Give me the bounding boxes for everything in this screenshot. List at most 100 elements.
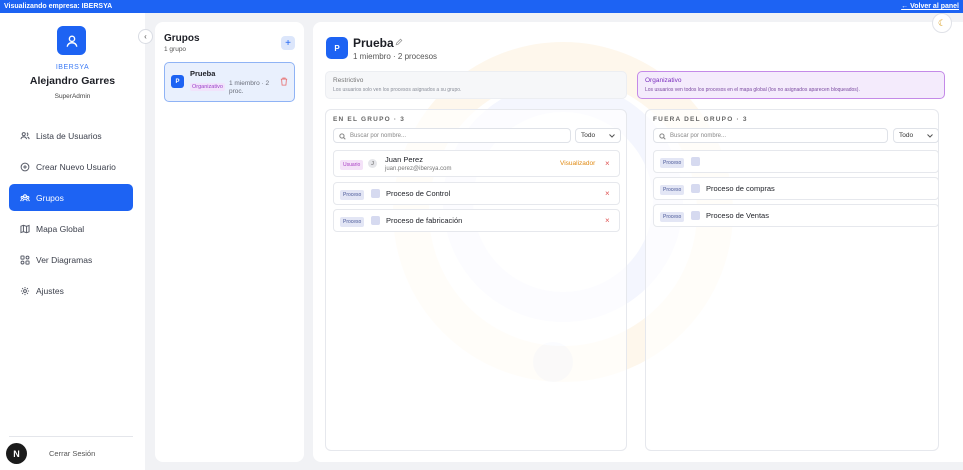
groups-icon [20, 194, 30, 202]
sidebar-item-label: Grupos [36, 192, 64, 203]
process-name: Proceso de compras [706, 184, 775, 193]
list-item[interactable]: Proceso Proceso de compras [653, 177, 939, 200]
trash-icon[interactable] [280, 77, 288, 86]
moon-icon: ☾ [937, 17, 947, 28]
mode-organizational-option[interactable]: Organizativo Los usuarios ven todos los … [637, 71, 945, 99]
group-avatar: P [171, 75, 184, 88]
add-group-button[interactable]: + [281, 36, 295, 50]
company-banner: Visualizando empresa: IBERSYA ← Volver a… [0, 0, 963, 13]
sidebar-divider [9, 436, 133, 437]
sidebar-item-label: Crear Nuevo Usuario [36, 161, 116, 172]
pencil-icon[interactable] [395, 38, 403, 46]
process-name: Proceso de fabricación [386, 216, 463, 225]
chevron-down-icon [927, 133, 933, 138]
company-banner-text: Visualizando empresa: IBERSYA [4, 3, 113, 10]
list-item[interactable]: Usuario J Juan Perez juan.perez@ibersya.… [333, 150, 620, 177]
group-card-prueba[interactable]: P Prueba Organizativo 1 miembro · 2 proc… [164, 62, 295, 102]
sidebar-item-global-map[interactable]: Mapa Global [9, 216, 133, 243]
filter-value: Todo [899, 132, 914, 139]
type-tag: Proceso [340, 217, 365, 227]
search-placeholder: Buscar por nombre... [350, 132, 407, 139]
groups-panel: Grupos 1 grupo + P Prueba Organizativo 1… [155, 22, 304, 462]
member-name: Juan Perez [385, 155, 423, 164]
process-icon [371, 216, 380, 225]
process-icon [371, 189, 380, 198]
sidebar-item-diagrams[interactable]: Ver Diagramas [9, 247, 133, 274]
list-item[interactable]: Proceso [653, 150, 939, 173]
sidebar-item-groups[interactable]: Grupos [9, 184, 133, 212]
theme-toggle-button[interactable]: ☾ [932, 13, 952, 33]
sidebar-nav: Lista de Usuarios Crear Nuevo Usuario Gr… [9, 122, 133, 309]
out-group-filter-select[interactable]: Todo [893, 128, 939, 143]
member-email: juan.perez@ibersya.com [385, 166, 452, 172]
member-avatar: J [368, 159, 377, 168]
process-icon [691, 184, 700, 193]
sidebar-item-label: Ver Diagramas [36, 255, 93, 266]
mode-restrictive-option[interactable]: Restrictivo Los usuarios solo ven los pr… [325, 71, 627, 99]
group-name: Prueba [190, 69, 216, 78]
map-icon [20, 224, 30, 234]
in-group-column: EN EL GRUPO · 3 Buscar por nombre... Tod… [325, 109, 627, 451]
groups-title: Grupos [164, 33, 200, 44]
groups-count: 1 grupo [164, 46, 187, 53]
sidebar-item-label: Ajustes [36, 286, 64, 297]
list-item[interactable]: Proceso Proceso de Control × [333, 182, 620, 205]
in-group-search-input[interactable]: Buscar por nombre... [333, 128, 571, 143]
sidebar-item-label: Lista de Usuarios [36, 130, 102, 141]
search-placeholder: Buscar por nombre... [670, 132, 727, 139]
group-detail-panel: P Prueba 1 miembro · 2 procesos Restrict… [313, 22, 963, 462]
chevron-down-icon [609, 133, 615, 138]
group-detail-title: Prueba [353, 36, 394, 50]
out-group-header: FUERA DEL GRUPO · 3 [653, 116, 748, 123]
sidebar-item-user-list[interactable]: Lista de Usuarios [9, 122, 133, 149]
mode-title: Organizativo [645, 77, 682, 84]
type-tag: Proceso [660, 185, 685, 195]
dev-tools-badge[interactable]: N [6, 443, 27, 464]
process-icon [691, 211, 700, 220]
search-icon [339, 133, 346, 140]
list-item[interactable]: Proceso Proceso de fabricación × [333, 209, 620, 232]
sidebar: IBERSYA Alejandro Garres SuperAdmin List… [0, 13, 145, 470]
filter-value: Todo [581, 132, 596, 139]
user-name: Alejandro Garres [29, 75, 116, 87]
diagram-icon [20, 255, 30, 265]
in-group-header: EN EL GRUPO · 3 [333, 116, 406, 123]
group-detail-subtitle: 1 miembro · 2 procesos [353, 52, 438, 61]
remove-process-button[interactable]: × [605, 216, 610, 225]
out-group-column: FUERA DEL GRUPO · 3 Buscar por nombre...… [645, 109, 939, 451]
logout-button[interactable]: Cerrar Sesión [49, 449, 95, 458]
group-type-badge: Organizativo [190, 83, 225, 91]
process-name: Proceso de Ventas [706, 211, 769, 220]
remove-member-button[interactable]: × [605, 159, 610, 168]
process-name: Proceso de Control [386, 189, 451, 198]
out-group-search-input[interactable]: Buscar por nombre... [653, 128, 888, 143]
user-icon [66, 34, 77, 47]
process-icon [691, 157, 700, 166]
mode-title: Restrictivo [333, 77, 364, 84]
chevron-left-icon: ‹ [144, 32, 147, 41]
type-tag: Proceso [340, 190, 365, 200]
mode-description: Los usuarios ven todos los procesos en e… [645, 87, 860, 93]
list-item[interactable]: Proceso Proceso de Ventas [653, 204, 939, 227]
collapse-sidebar-button[interactable]: ‹ [138, 29, 153, 44]
group-detail-avatar: P [326, 37, 348, 59]
type-tag: Proceso [660, 212, 685, 222]
plus-circle-icon [20, 162, 30, 172]
sidebar-item-create-user[interactable]: Crear Nuevo Usuario [9, 153, 133, 180]
mode-description: Los usuarios solo ven los procesos asign… [333, 87, 462, 93]
in-group-filter-select[interactable]: Todo [575, 128, 621, 143]
type-tag: Proceso [660, 158, 685, 168]
search-icon [659, 133, 666, 140]
users-icon [20, 131, 30, 139]
group-stats: 1 miembro · 2 proc. [229, 80, 270, 95]
user-avatar [57, 26, 86, 55]
sidebar-item-settings[interactable]: Ajustes [9, 278, 133, 305]
back-to-panel-link[interactable]: ← Volver al panel [901, 3, 959, 10]
remove-process-button[interactable]: × [605, 189, 610, 198]
company-name: IBERSYA [55, 64, 90, 71]
sidebar-item-label: Mapa Global [36, 224, 85, 235]
user-role: SuperAdmin [54, 93, 91, 100]
member-role-selector[interactable]: Visualizador [560, 160, 595, 167]
gear-icon [20, 287, 30, 296]
type-tag: Usuario [340, 160, 364, 170]
